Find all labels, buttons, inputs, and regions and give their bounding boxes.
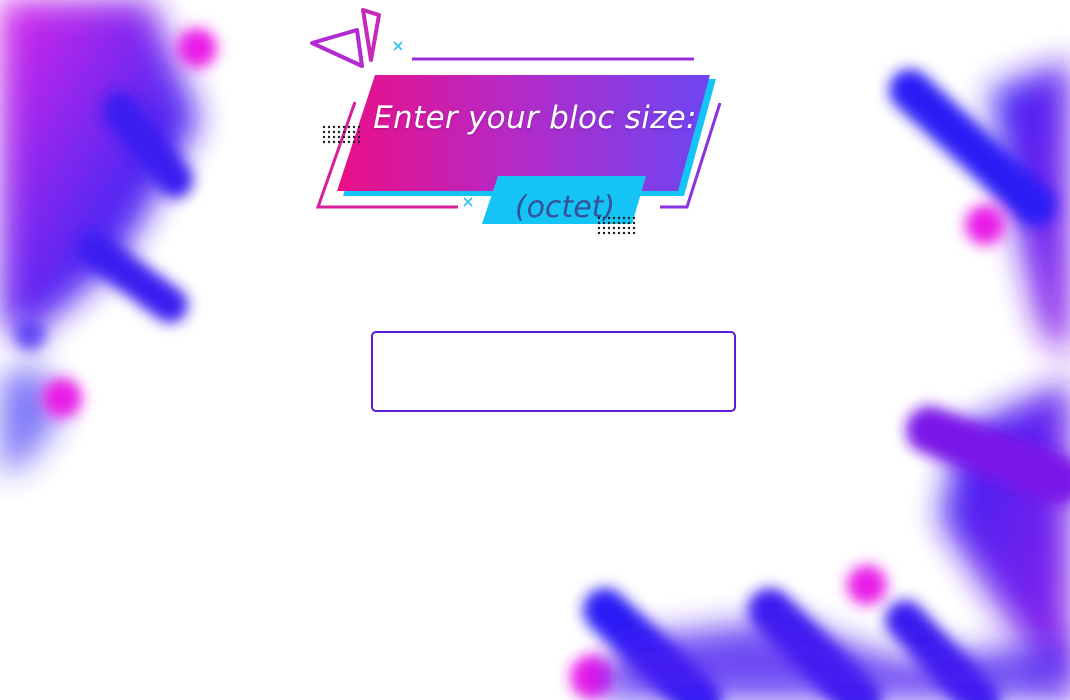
bloc-size-input[interactable] — [371, 331, 736, 412]
unit-label: (octet) — [514, 190, 616, 225]
prompt-title: Enter your bloc size: — [373, 100, 697, 136]
